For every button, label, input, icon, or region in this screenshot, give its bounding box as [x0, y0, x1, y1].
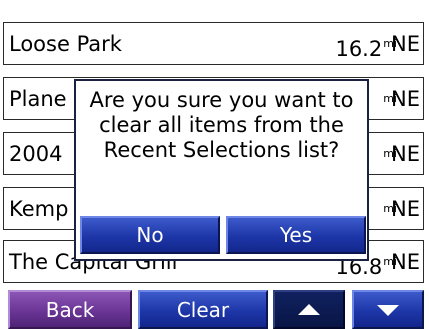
list-item-name: 2004	[9, 142, 63, 166]
triangle-down-icon	[377, 304, 399, 316]
list-item-direction: NE	[391, 197, 420, 221]
list-item[interactable]: Loose Park 16.2mi NE	[3, 22, 424, 65]
scroll-down-button[interactable]	[352, 290, 424, 329]
confirm-clear-dialog: Are you sure you want to clear all items…	[74, 79, 369, 261]
list-item-direction: NE	[391, 32, 420, 56]
bottom-toolbar: Back Clear	[0, 288, 429, 329]
back-button[interactable]: Back	[8, 290, 132, 329]
list-item-distance: 16.2mi	[335, 23, 397, 64]
no-button[interactable]: No	[80, 216, 220, 254]
triangle-up-icon	[298, 303, 320, 315]
scroll-up-button[interactable]	[273, 290, 345, 329]
list-item-direction: NE	[391, 87, 420, 111]
list-item-name: Plane	[9, 87, 67, 111]
clear-button[interactable]: Clear	[138, 290, 268, 329]
distance-value: 16.2	[335, 37, 383, 61]
yes-button[interactable]: Yes	[226, 216, 366, 254]
dialog-message: Are you sure you want to clear all items…	[89, 88, 354, 162]
list-item-name: Kemp	[9, 197, 69, 221]
list-item-direction: NE	[391, 142, 420, 166]
list-item-direction: NE	[391, 250, 420, 274]
list-item-name: Loose Park	[9, 32, 122, 56]
